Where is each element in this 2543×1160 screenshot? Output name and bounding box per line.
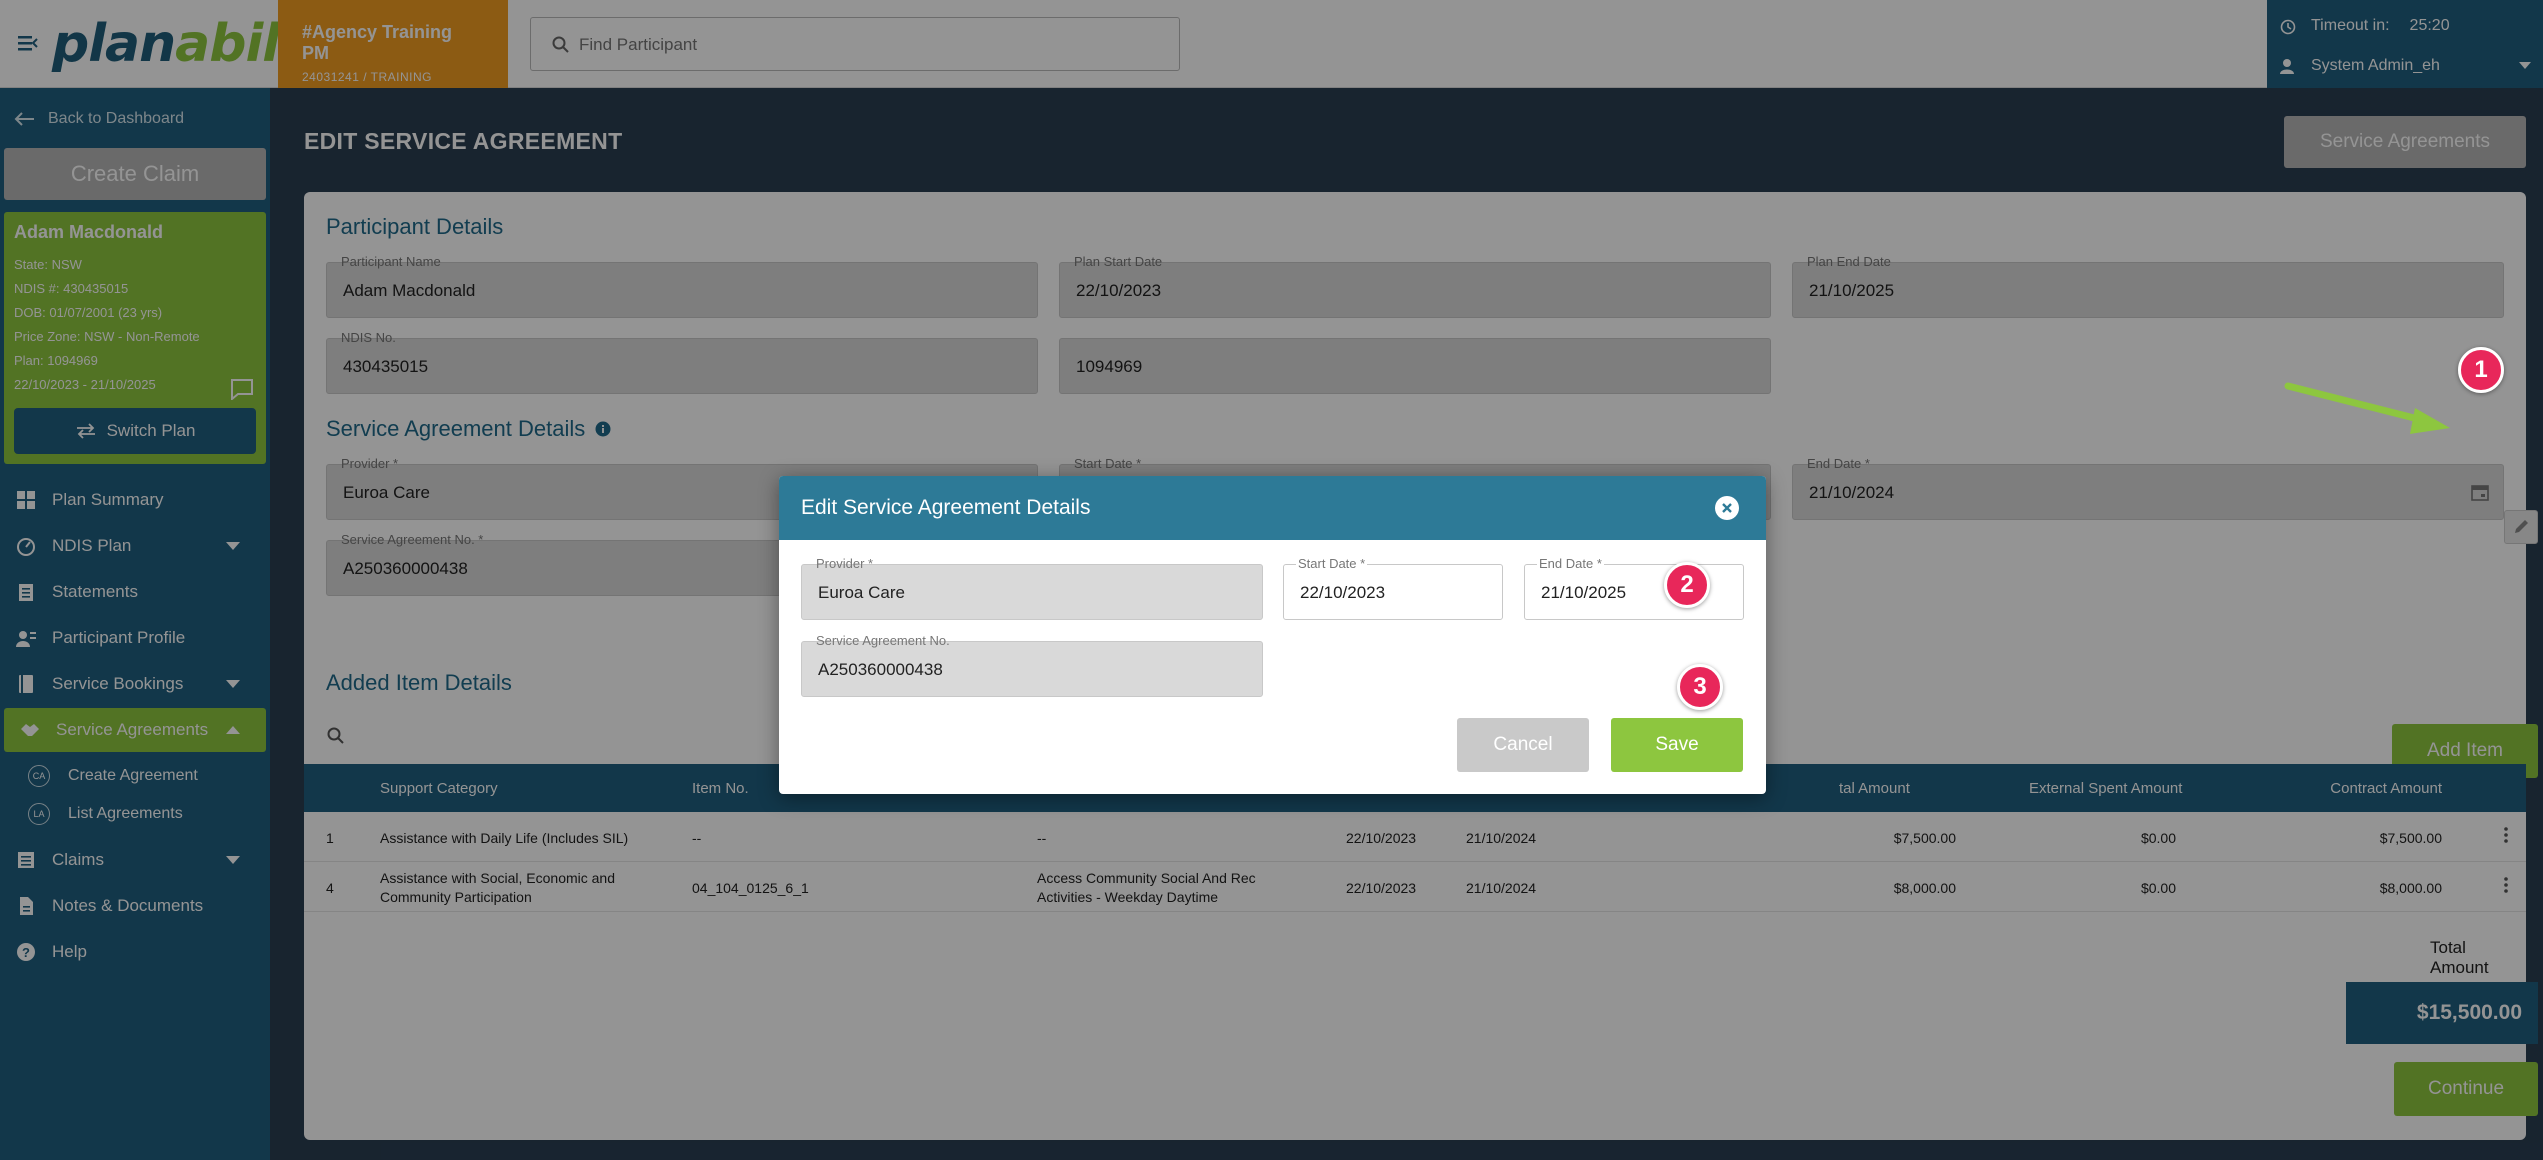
field-value: A250360000438 (818, 660, 943, 679)
modal-end-date-field[interactable]: End Date * 21/10/2025 (1524, 556, 1744, 620)
field-value: 21/10/2025 (1541, 583, 1627, 602)
field-label: Start Date * (1296, 556, 1368, 571)
modal-service-agreement-number-field: Service Agreement No. A250360000438 (801, 633, 1263, 697)
save-button[interactable]: Save (1611, 718, 1743, 772)
modal-header: Edit Service Agreement Details (779, 476, 1766, 540)
field-value: Euroa Care (818, 583, 905, 602)
field-label: End Date * (1537, 556, 1604, 571)
close-icon (1722, 503, 1732, 513)
app-root: planability #Agency Training PM 24031241… (0, 0, 2543, 1160)
close-button[interactable] (1715, 496, 1739, 520)
step-marker-2: 2 (1664, 562, 1710, 608)
annotation-arrow-icon (2284, 382, 2450, 434)
step-marker-1: 1 (2458, 347, 2504, 393)
field-label: Provider * (816, 556, 874, 571)
field-label: Service Agreement No. (816, 633, 950, 648)
edit-service-agreement-modal: Edit Service Agreement Details Provider … (779, 476, 1766, 794)
field-value: 22/10/2023 (1300, 583, 1386, 602)
modal-start-date-field[interactable]: Start Date * 22/10/2023 (1283, 556, 1503, 620)
cancel-button[interactable]: Cancel (1457, 718, 1589, 772)
step-marker-3: 3 (1677, 664, 1723, 710)
modal-title: Edit Service Agreement Details (801, 496, 1091, 519)
modal-provider-field: Provider * Euroa Care (801, 556, 1263, 620)
